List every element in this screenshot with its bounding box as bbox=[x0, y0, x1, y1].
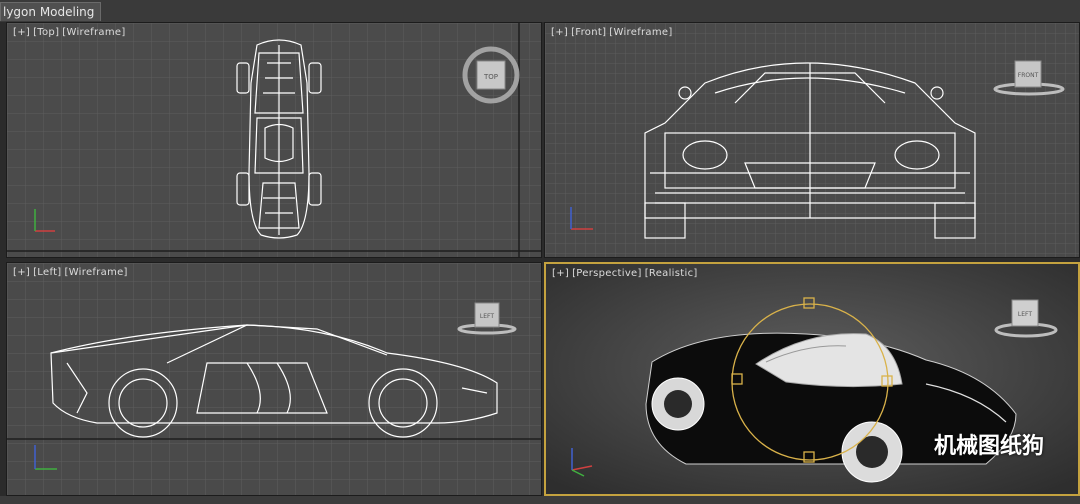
viewport-menu-plus[interactable]: [+] bbox=[13, 27, 30, 38]
viewport-menu-plus[interactable]: [+] bbox=[13, 267, 30, 278]
viewport-view-name[interactable]: [Front] bbox=[571, 27, 606, 38]
tab-polygon-modeling[interactable]: lygon Modeling bbox=[0, 2, 102, 21]
viewport-view-name[interactable]: [Perspective] bbox=[572, 268, 642, 279]
viewport-front-label[interactable]: [+] [Front] [Wireframe] bbox=[551, 27, 676, 38]
viewport-front[interactable]: FRONT [+] [Front] [Wireframe] bbox=[544, 22, 1080, 258]
viewcube-top-label: TOP bbox=[483, 73, 498, 81]
viewport-perspective-label[interactable]: [+] [Perspective] [Realistic] bbox=[552, 268, 701, 279]
viewport-shading-mode[interactable]: [Wireframe] bbox=[62, 27, 125, 38]
viewport-menu-plus[interactable]: [+] bbox=[551, 27, 568, 38]
viewport-left-canvas: LEFT bbox=[7, 263, 541, 495]
viewport-menu-plus[interactable]: [+] bbox=[552, 268, 569, 279]
viewcube-front-label: FRONT bbox=[1018, 72, 1039, 79]
watermark-text: 机械图纸狗 bbox=[933, 434, 1044, 459]
viewport-view-name[interactable]: [Top] bbox=[33, 27, 59, 38]
viewport-perspective[interactable]: LEFT [+] [Perspective] [Realistic] 机械图纸狗 bbox=[544, 262, 1080, 496]
viewport-shading-mode[interactable]: [Realistic] bbox=[645, 268, 698, 279]
viewport-front-canvas: FRONT bbox=[545, 23, 1079, 257]
viewport-view-name[interactable]: [Left] bbox=[33, 267, 61, 278]
viewcube-perspective-label: LEFT bbox=[1018, 311, 1032, 318]
viewport-top[interactable]: TOP [+] [Top] [Wireframe] bbox=[6, 22, 542, 258]
viewport-top-label[interactable]: [+] [Top] [Wireframe] bbox=[13, 27, 129, 38]
viewport-left[interactable]: LEFT [+] [Left] [Wireframe] bbox=[6, 262, 542, 496]
ribbon-tab-bar: lygon Modeling bbox=[0, 0, 1080, 22]
viewport-shading-mode[interactable]: [Wireframe] bbox=[65, 267, 128, 278]
viewport-left-label[interactable]: [+] [Left] [Wireframe] bbox=[13, 267, 131, 278]
viewport-shading-mode[interactable]: [Wireframe] bbox=[609, 27, 672, 38]
viewcube-left-label: LEFT bbox=[480, 313, 494, 320]
viewport-top-canvas: TOP bbox=[7, 23, 541, 257]
status-bar bbox=[0, 496, 1080, 504]
